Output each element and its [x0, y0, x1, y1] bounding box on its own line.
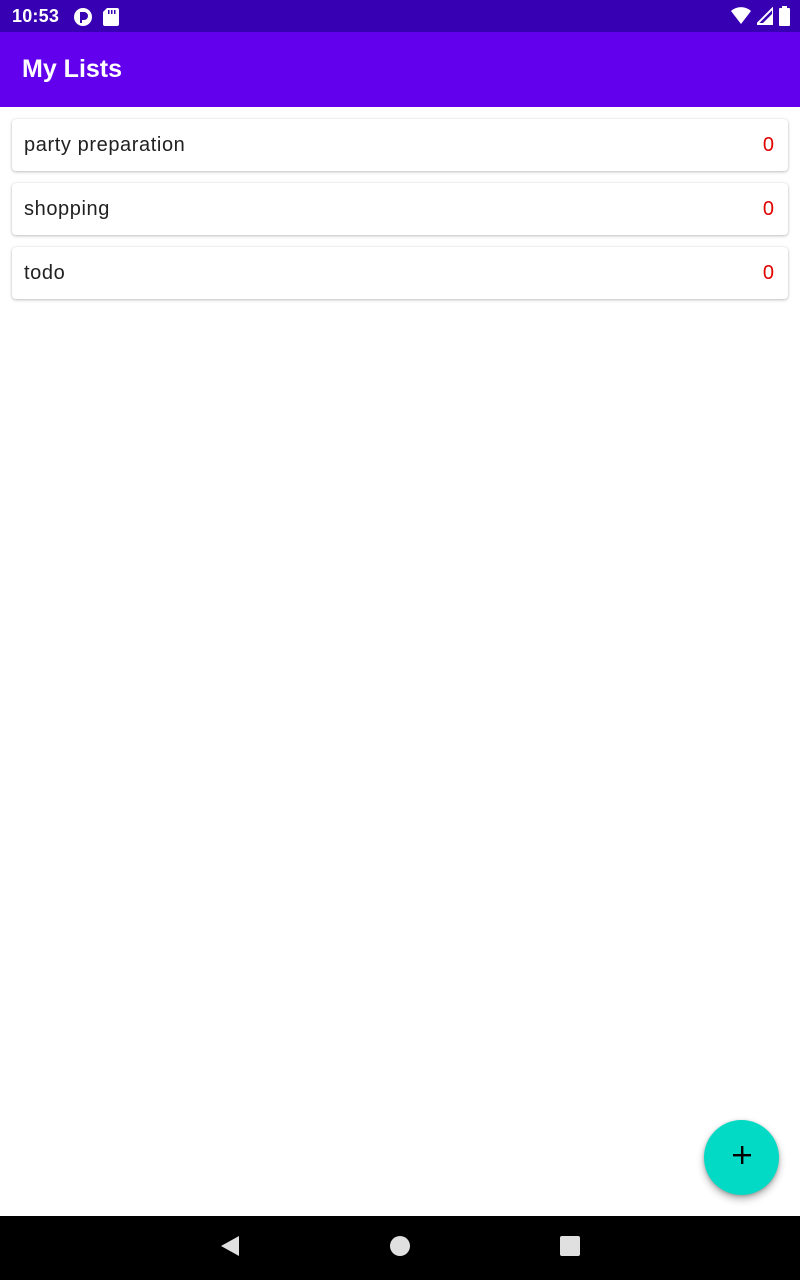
add-list-button[interactable]	[704, 1120, 779, 1195]
list-item-count: 0	[762, 134, 774, 156]
app-bar: My Lists	[0, 32, 800, 107]
status-system-icons	[731, 5, 790, 31]
list-item-name: todo	[24, 262, 66, 284]
list-item[interactable]: party preparation 0	[12, 119, 788, 171]
status-time: 10:53	[12, 6, 60, 26]
list-item[interactable]: todo 0	[12, 247, 788, 299]
back-icon	[220, 1235, 240, 1262]
status-bar: 10:53	[0, 0, 800, 32]
list-item[interactable]: shopping 0	[12, 183, 788, 235]
home-button[interactable]	[388, 1235, 412, 1262]
navigation-bar	[0, 1216, 800, 1280]
list-item-count: 0	[762, 262, 774, 284]
list-item-name: party preparation	[24, 134, 186, 156]
plus-icon	[731, 1144, 753, 1171]
page-title: My Lists	[22, 55, 123, 83]
signal-icon	[754, 5, 774, 30]
home-icon	[389, 1235, 411, 1262]
wifi-icon	[731, 7, 751, 30]
lists-container: party preparation 0 shopping 0 todo 0	[12, 119, 788, 311]
status-notification-icons	[73, 7, 119, 32]
back-button[interactable]	[218, 1235, 242, 1262]
recents-button[interactable]	[558, 1235, 582, 1262]
sd-card-icon	[103, 8, 119, 31]
list-item-name: shopping	[24, 198, 110, 220]
list-item-count: 0	[762, 198, 774, 220]
recents-icon	[559, 1235, 581, 1262]
sync-icon	[73, 7, 93, 32]
battery-icon	[779, 6, 790, 31]
